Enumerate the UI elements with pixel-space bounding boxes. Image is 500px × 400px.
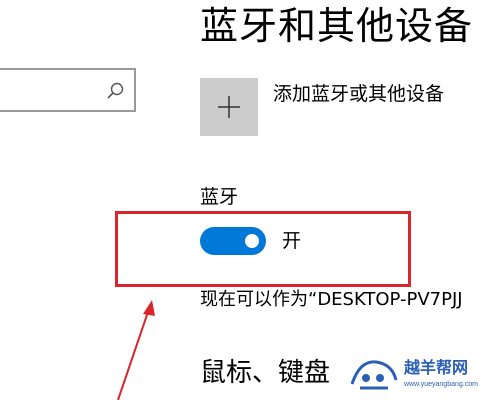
plus-icon: [218, 96, 240, 118]
search-icon[interactable]: [106, 82, 124, 100]
arrow-annotation: [117, 300, 155, 400]
page-title: 蓝牙和其他设备: [200, 4, 474, 48]
search-box[interactable]: [0, 68, 136, 112]
watermark-logo: 越羊帮网 www.yueyangbang.com: [346, 354, 496, 398]
section-heading-mouse-keyboard: 鼠标、键盘: [200, 358, 331, 388]
highlight-annotation-box: [115, 211, 411, 287]
discoverable-status-text: 现在可以作为“DESKTOP-PV7PJJ: [200, 289, 463, 310]
watermark-name: 越羊帮网: [404, 358, 469, 377]
watermark-emblem-icon: [346, 354, 402, 398]
search-input[interactable]: [4, 76, 98, 104]
watermark-url: www.yueyangbang.com: [404, 381, 478, 388]
bluetooth-heading: 蓝牙: [200, 186, 239, 208]
add-device-button[interactable]: [200, 78, 258, 136]
add-device-label[interactable]: 添加蓝牙或其他设备: [273, 80, 444, 108]
